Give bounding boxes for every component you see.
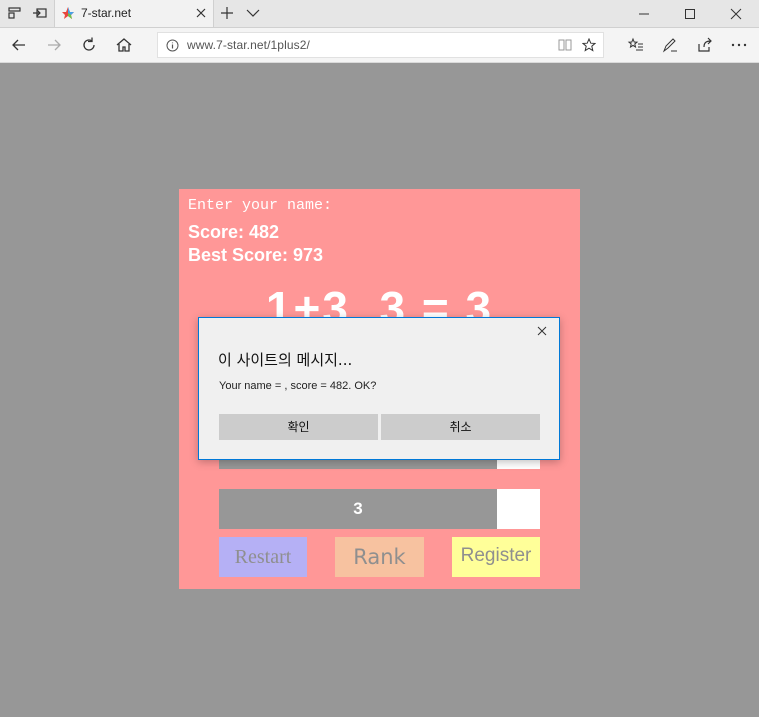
score-text: Score: 482 [188, 222, 280, 242]
title-bar: 7-star.net [0, 0, 759, 28]
navigation-bar: www.7-star.net/1plus2/ [0, 28, 759, 63]
tab-title: 7-star.net [81, 6, 132, 20]
register-button[interactable]: Register [452, 537, 540, 577]
close-icon[interactable] [537, 326, 547, 336]
share-icon[interactable] [696, 36, 714, 54]
dialog-title: 이 사이트의 메시지... [218, 351, 353, 369]
best-score-text: Best Score: 973 [188, 245, 324, 265]
rank-button[interactable]: Rank [335, 537, 424, 577]
maximize-icon [685, 9, 695, 19]
refresh-icon[interactable] [80, 36, 98, 54]
close-window-icon [730, 8, 742, 20]
reading-view-icon[interactable] [558, 38, 572, 52]
url-text[interactable]: www.7-star.net/1plus2/ [187, 38, 310, 52]
maximize-button[interactable] [667, 0, 713, 27]
favorite-star-icon[interactable] [582, 38, 596, 52]
info-icon[interactable] [166, 39, 179, 52]
tab-list-icon[interactable] [7, 5, 23, 21]
answer-option-2-label: 3 [219, 489, 497, 529]
dialog-message: Your name = , score = 482. OK? [219, 380, 377, 392]
favicon [62, 7, 74, 19]
answer-option-2-box[interactable] [497, 489, 540, 529]
favorites-icon[interactable] [627, 36, 645, 54]
tab-menu-icon[interactable] [246, 6, 260, 20]
minimize-icon [639, 13, 649, 15]
answer-option-2[interactable]: 3 [219, 489, 540, 529]
more-icon[interactable] [730, 36, 748, 54]
restart-button[interactable]: Restart [219, 537, 307, 577]
ok-button[interactable]: 확인 [219, 414, 378, 440]
cancel-button[interactable]: 취소 [381, 414, 540, 440]
set-aside-icon[interactable] [32, 5, 48, 21]
minimize-button[interactable] [621, 0, 667, 27]
close-tab-icon[interactable] [195, 7, 207, 19]
close-window-button[interactable] [713, 0, 759, 27]
confirm-dialog: 이 사이트의 메시지... Your name = , score = 482.… [198, 317, 560, 460]
forward-icon[interactable] [45, 36, 63, 54]
browser-tab[interactable]: 7-star.net [54, 0, 214, 27]
address-bar[interactable]: www.7-star.net/1plus2/ [157, 32, 604, 58]
new-tab-icon[interactable] [220, 6, 234, 20]
back-icon[interactable] [10, 36, 28, 54]
name-prompt: Enter your name: [188, 197, 333, 214]
home-icon[interactable] [115, 36, 133, 54]
pen-icon[interactable] [661, 36, 679, 54]
